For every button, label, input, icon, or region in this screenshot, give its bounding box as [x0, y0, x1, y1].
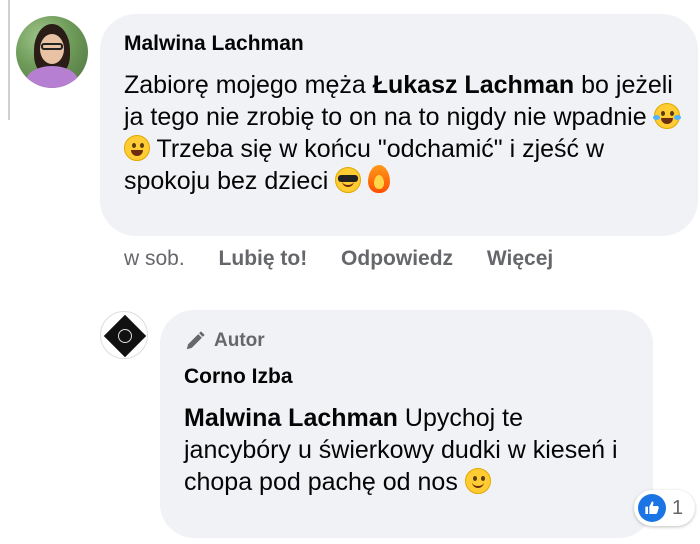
- fire-emoji: [368, 165, 391, 193]
- reaction-count: 1: [672, 496, 684, 519]
- sunglasses-face-emoji: [335, 167, 362, 193]
- thread-line: [8, 0, 10, 120]
- slightly-smiling-face-emoji: [464, 468, 491, 494]
- more-button[interactable]: Więcej: [487, 247, 553, 270]
- mention-link[interactable]: Łukasz Lachman: [373, 71, 574, 99]
- reply-author[interactable]: Corno Izba: [184, 364, 629, 390]
- mention-link[interactable]: Malwina Lachman: [184, 404, 398, 432]
- reaction-summary[interactable]: 1: [634, 490, 696, 526]
- author-badge-label: Autor: [214, 330, 265, 351]
- author-badge: Autor: [184, 328, 629, 354]
- page-avatar[interactable]: [100, 311, 148, 359]
- reply-bubble[interactable]: Autor Corno Izba Malwina Lachman Upychoj…: [160, 310, 653, 538]
- reply-button[interactable]: Odpowiedz: [341, 247, 453, 270]
- comment-author[interactable]: Malwina Lachman: [124, 31, 674, 57]
- pencil-icon: [186, 331, 205, 350]
- avatar[interactable]: [16, 16, 88, 88]
- like-button[interactable]: Lubię to!: [219, 247, 308, 270]
- tears-of-joy-emoji: [652, 103, 681, 129]
- comments-page: Malwina Lachman Zabiorę mojego męża Łuka…: [0, 0, 700, 544]
- grinning-face-emoji: [124, 135, 150, 161]
- comment-bubble[interactable]: Malwina Lachman Zabiorę mojego męża Łuka…: [100, 14, 698, 236]
- comment-text: Zabiorę mojego męża Łukasz Lachman bo je…: [124, 69, 684, 197]
- comment-timestamp[interactable]: w sob.: [124, 247, 185, 270]
- reply-text: Malwina Lachman Upychoj te jancybóry u ś…: [184, 404, 618, 496]
- comment-actions: w sob. Lubię to! Odpowiedz Więcej: [124, 245, 581, 273]
- like-icon: [638, 494, 666, 522]
